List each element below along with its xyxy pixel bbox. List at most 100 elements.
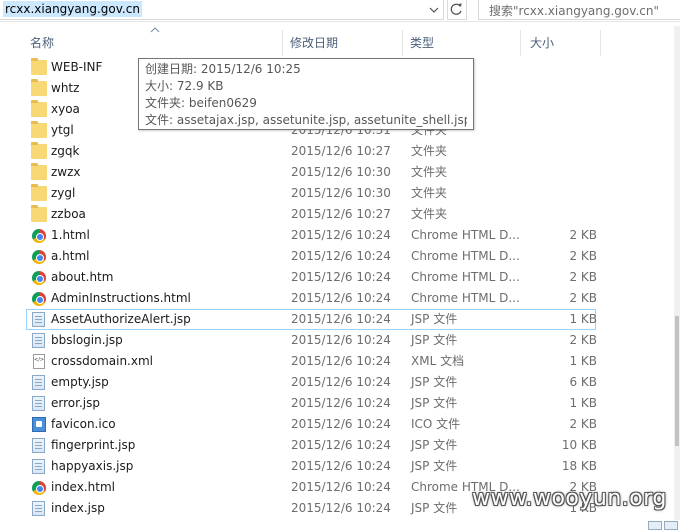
column-date[interactable]: 修改日期 <box>280 26 400 60</box>
jsp-file-icon <box>32 333 45 348</box>
file-name: bbslogin.jsp <box>51 333 123 347</box>
file-type: 文件夹 <box>411 186 448 200</box>
file-row[interactable]: error.jsp 2015/12/6 10:24 JSP 文件 1 KB <box>22 393 602 414</box>
file-date: 2015/12/6 10:27 <box>291 207 391 221</box>
folder-tooltip: 创建日期: 2015/12/6 10:25 大小: 72.9 KB 文件夹: b… <box>138 58 474 130</box>
file-row[interactable]: empty.jsp 2015/12/6 10:24 JSP 文件 6 KB <box>22 372 602 393</box>
chrome-html-icon <box>32 229 46 243</box>
file-type: Chrome HTML D... <box>411 270 520 284</box>
file-type: JSP 文件 <box>411 333 458 347</box>
file-row[interactable]: zwzx 2015/12/6 10:30 文件夹 <box>22 162 602 183</box>
file-row[interactable]: zzboa 2015/12/6 10:27 文件夹 <box>22 204 602 225</box>
jsp-file-icon <box>32 396 45 411</box>
file-size: 2 KB <box>569 249 597 263</box>
file-date: 2015/12/6 10:24 <box>291 480 391 494</box>
file-type: JSP 文件 <box>411 312 458 326</box>
file-name: zgqk <box>51 144 80 158</box>
file-date: 2015/12/6 10:24 <box>291 459 391 473</box>
file-name: WEB-INF <box>51 60 103 74</box>
file-row[interactable]: AssetAuthorizeAlert.jsp 2015/12/6 10:24 JS… <box>26 309 597 330</box>
file-name: empty.jsp <box>51 375 109 389</box>
file-name: xyoa <box>51 102 80 116</box>
search-box[interactable]: 搜索"rcxx.xiangyang.gov.cn" <box>478 0 680 20</box>
view-buttons <box>646 520 680 530</box>
folder-icon <box>31 163 47 180</box>
file-type: 文件夹 <box>411 144 448 158</box>
scrollbar-thumb[interactable] <box>675 316 679 446</box>
file-name: error.jsp <box>51 396 100 410</box>
file-name: crossdomain.xml <box>51 354 153 368</box>
file-name: zwzx <box>51 165 81 179</box>
file-name: ytgl <box>51 123 74 137</box>
file-row[interactable]: fingerprint.jsp 2015/12/6 10:24 JSP 文件 10 K… <box>22 435 602 456</box>
tooltip-folders: 文件夹: beifen0629 <box>145 96 257 110</box>
chrome-html-icon <box>32 271 46 285</box>
file-size: 10 KB <box>561 438 597 452</box>
jsp-file-icon <box>32 459 45 474</box>
watermark: www.wooyun.org <box>472 486 667 511</box>
folder-icon <box>31 58 47 75</box>
folder-icon <box>31 142 47 159</box>
file-row[interactable]: bbslogin.jsp 2015/12/6 10:24 JSP 文件 2 KB <box>22 330 602 351</box>
folder-icon <box>31 79 47 96</box>
file-date: 2015/12/6 10:24 <box>291 291 391 305</box>
file-row[interactable]: 1.html 2015/12/6 10:24 Chrome HTML D... 2 K… <box>22 225 602 246</box>
column-name[interactable]: 名称 <box>20 26 282 60</box>
file-row[interactable]: happyaxis.jsp 2015/12/6 10:24 JSP 文件 18 KB <box>22 456 602 477</box>
jsp-file-icon <box>32 438 45 453</box>
tooltip-files: 文件: assetajax.jsp, assetunite.jsp, asset… <box>145 113 467 127</box>
file-type: Chrome HTML D... <box>411 249 520 263</box>
file-size: 1 KB <box>569 354 597 368</box>
file-size: 2 KB <box>569 333 597 347</box>
refresh-button[interactable] <box>447 0 467 20</box>
file-name: whtz <box>51 81 80 95</box>
search-input[interactable]: 搜索"rcxx.xiangyang.gov.cn" <box>489 2 659 19</box>
file-date: 2015/12/6 10:24 <box>291 417 391 431</box>
file-row[interactable]: AdminInstructions.html 2015/12/6 10:24 Chr… <box>22 288 602 309</box>
jsp-file-icon <box>32 312 45 327</box>
file-type: JSP 文件 <box>411 459 458 473</box>
file-size: 2 KB <box>569 291 597 305</box>
details-view-icon[interactable] <box>648 521 662 530</box>
file-date: 2015/12/6 10:24 <box>291 438 391 452</box>
large-icons-view-icon[interactable] <box>664 521 678 530</box>
folder-icon <box>31 184 47 201</box>
column-type[interactable]: 类型 <box>400 26 518 60</box>
file-type: JSP 文件 <box>411 438 458 452</box>
file-date: 2015/12/6 10:24 <box>291 312 391 326</box>
file-type: 文件夹 <box>411 165 448 179</box>
file-row[interactable]: about.htm 2015/12/6 10:24 Chrome HTML D...… <box>22 267 602 288</box>
file-name: zygl <box>51 186 76 200</box>
address-bar[interactable]: rcxx.xiangyang.gov.cn <box>0 0 444 20</box>
file-type: 文件夹 <box>411 207 448 221</box>
file-row[interactable]: zgqk 2015/12/6 10:27 文件夹 <box>22 141 602 162</box>
chrome-html-icon <box>32 292 46 306</box>
jsp-file-icon <box>32 501 45 516</box>
file-type: JSP 文件 <box>411 375 458 389</box>
file-row[interactable]: crossdomain.xml 2015/12/6 10:24 XML 文档 1 KB <box>22 351 602 372</box>
file-type: Chrome HTML D... <box>411 291 520 305</box>
address-path[interactable]: rcxx.xiangyang.gov.cn <box>3 1 142 17</box>
file-size: 2 KB <box>569 417 597 431</box>
file-size: 2 KB <box>569 228 597 242</box>
file-row[interactable]: favicon.ico 2015/12/6 10:24 ICO 文件 2 KB <box>22 414 602 435</box>
file-name: favicon.ico <box>51 417 116 431</box>
column-size[interactable]: 大小 <box>520 26 600 60</box>
tooltip-size: 大小: 72.9 KB <box>145 79 224 93</box>
file-row[interactable]: zygl 2015/12/6 10:30 文件夹 <box>22 183 602 204</box>
file-type: JSP 文件 <box>411 501 458 515</box>
toolbar: rcxx.xiangyang.gov.cn 搜索"rcxx.xiangyang.… <box>0 0 680 22</box>
vertical-scrollbar[interactable] <box>674 26 680 520</box>
file-date: 2015/12/6 10:24 <box>291 396 391 410</box>
file-date: 2015/12/6 10:24 <box>291 270 391 284</box>
file-name: a.html <box>51 249 90 263</box>
ico-file-icon <box>32 417 46 432</box>
file-date: 2015/12/6 10:24 <box>291 228 391 242</box>
file-type: JSP 文件 <box>411 396 458 410</box>
chevron-down-icon[interactable] <box>426 1 442 19</box>
tooltip-created: 创建日期: 2015/12/6 10:25 <box>145 62 301 76</box>
file-size: 1 KB <box>569 312 597 326</box>
file-size: 1 KB <box>569 396 597 410</box>
file-row[interactable]: a.html 2015/12/6 10:24 Chrome HTML D... 2 K… <box>22 246 602 267</box>
column-header: 名称 修改日期 类型 大小 <box>20 26 660 60</box>
